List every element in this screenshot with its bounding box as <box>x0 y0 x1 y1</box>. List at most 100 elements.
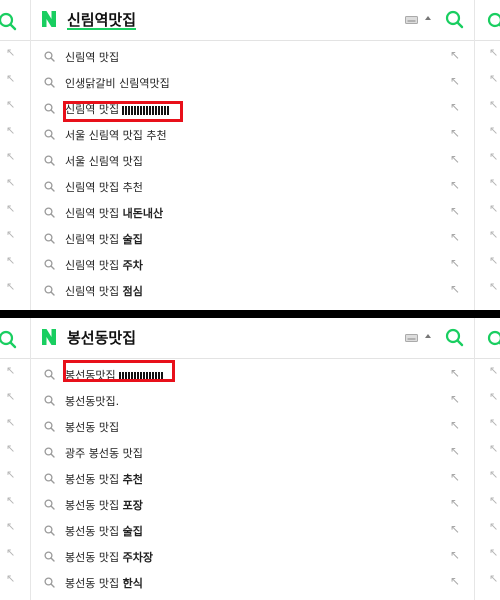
arrow-up-left-icon[interactable]: ↖ <box>450 444 460 458</box>
arrow-up-left-icon[interactable]: ↖ <box>450 48 460 62</box>
arrow-up-left-icon[interactable]: ↖ <box>450 548 460 562</box>
suggestion-item[interactable]: 봉선동 맛집 한식 ↖ <box>31 570 474 596</box>
arrow-up-left-icon[interactable]: ↖ <box>489 124 498 137</box>
suggestion-item[interactable]: 서울 신림역 맛집 ↖ <box>31 148 474 174</box>
arrow-up-left-icon[interactable]: ↖ <box>489 546 498 559</box>
arrow-up-left-icon[interactable]: ↖ <box>489 520 498 533</box>
caret-up-icon[interactable] <box>425 334 431 338</box>
arrow-up-left-icon[interactable]: ↖ <box>6 364 15 377</box>
arrow-up-left-icon[interactable]: ↖ <box>6 572 15 585</box>
arrow-up-left-icon[interactable]: ↖ <box>6 280 15 293</box>
suggestion-text: 봉선동 맛집 술집 <box>65 525 143 538</box>
arrow-up-left-icon[interactable]: ↖ <box>489 442 498 455</box>
suggestion-item[interactable]: 봉선동 맛집 추천 ↖ <box>31 466 474 492</box>
naver-logo-icon[interactable] <box>41 328 57 346</box>
arrow-up-left-icon[interactable]: ↖ <box>489 254 498 267</box>
search-icon[interactable] <box>445 10 465 30</box>
arrow-up-left-icon[interactable]: ↖ <box>489 572 498 585</box>
arrow-up-left-icon[interactable]: ↖ <box>489 364 498 377</box>
arrow-up-left-icon[interactable]: ↖ <box>489 228 498 241</box>
arrow-up-left-icon[interactable]: ↖ <box>6 98 15 111</box>
arrow-up-left-icon[interactable]: ↖ <box>489 494 498 507</box>
naver-logo-icon[interactable] <box>41 10 57 28</box>
arrow-up-left-icon[interactable]: ↖ <box>489 390 498 403</box>
arrow-up-left-icon[interactable]: ↖ <box>6 72 15 85</box>
arrow-up-left-icon[interactable]: ↖ <box>6 124 15 137</box>
arrow-up-left-icon[interactable]: ↖ <box>450 126 460 140</box>
search-header: 봉선동맛집 <box>31 318 474 359</box>
arrow-up-left-icon[interactable]: ↖ <box>450 496 460 510</box>
arrow-up-left-icon[interactable]: ↖ <box>489 416 498 429</box>
suggestion-item[interactable]: 봉선동 맛집 ↖ <box>31 414 474 440</box>
suggestion-item[interactable]: 서울 신림역 맛집 추천 ↖ <box>31 122 474 148</box>
magnifier-icon <box>44 129 55 140</box>
arrow-up-left-icon[interactable]: ↖ <box>6 442 15 455</box>
arrow-up-left-icon[interactable]: ↖ <box>6 546 15 559</box>
arrow-up-left-icon[interactable]: ↖ <box>6 416 15 429</box>
arrow-up-left-icon[interactable]: ↖ <box>6 468 15 481</box>
arrow-up-left-icon[interactable]: ↖ <box>6 520 15 533</box>
arrow-up-left-icon[interactable]: ↖ <box>6 228 15 241</box>
caret-up-icon[interactable] <box>425 16 431 20</box>
arrow-up-left-icon[interactable]: ↖ <box>450 256 460 270</box>
arrow-up-left-icon[interactable]: ↖ <box>450 74 460 88</box>
arrow-up-left-icon[interactable]: ↖ <box>6 494 15 507</box>
arrow-up-left-icon[interactable]: ↖ <box>489 468 498 481</box>
magnifier-icon <box>44 395 55 406</box>
suggestion-text: 봉선동맛집. <box>65 395 120 408</box>
keyboard-icon[interactable] <box>405 334 418 342</box>
search-icon[interactable] <box>0 330 18 350</box>
search-icon[interactable] <box>487 12 500 32</box>
suggestion-item[interactable]: 신림역 맛집 술집 ↖ <box>31 226 474 252</box>
arrow-up-left-icon[interactable]: ↖ <box>450 392 460 406</box>
arrow-up-left-icon[interactable]: ↖ <box>489 46 498 59</box>
arrow-up-left-icon[interactable]: ↖ <box>6 390 15 403</box>
right-neighbor-sliver: ↖ ↖ ↖ ↖ ↖ ↖ ↖ ↖ ↖ ↖ <box>474 0 500 310</box>
suggestion-item[interactable]: 봉선동 맛집 주차장 ↖ <box>31 544 474 570</box>
arrow-up-left-icon[interactable]: ↖ <box>6 254 15 267</box>
arrow-up-left-icon[interactable]: ↖ <box>450 204 460 218</box>
magnifier-icon <box>44 369 55 380</box>
suggestion-item[interactable]: 봉선동 맛집 술집 ↖ <box>31 518 474 544</box>
arrow-up-left-icon[interactable]: ↖ <box>450 418 460 432</box>
suggestion-item[interactable]: 신림역 맛집 내돈내산 ↖ <box>31 200 474 226</box>
search-icon[interactable] <box>487 330 500 350</box>
arrow-up-left-icon[interactable]: ↖ <box>450 282 460 296</box>
arrow-up-left-icon[interactable]: ↖ <box>6 176 15 189</box>
magnifier-icon <box>44 447 55 458</box>
arrow-up-left-icon[interactable]: ↖ <box>450 366 460 380</box>
search-icon[interactable] <box>0 12 18 32</box>
suggestion-item[interactable]: 광주 봉선동 맛집 ↖ <box>31 440 474 466</box>
arrow-up-left-icon[interactable]: ↖ <box>489 202 498 215</box>
suggestion-item[interactable]: 봉선동 맛집 포장 ↖ <box>31 492 474 518</box>
magnifier-icon <box>44 207 55 218</box>
arrow-up-left-icon[interactable]: ↖ <box>450 152 460 166</box>
suggestion-text: 봉선동 맛집 추천 <box>65 473 143 486</box>
arrow-up-left-icon[interactable]: ↖ <box>6 202 15 215</box>
suggestion-item[interactable]: 인생닭갈비 신림역맛집 ↖ <box>31 70 474 96</box>
arrow-up-left-icon[interactable]: ↖ <box>450 522 460 536</box>
arrow-up-left-icon[interactable]: ↖ <box>489 72 498 85</box>
suggestion-text: 봉선동 맛집 <box>65 421 120 434</box>
arrow-up-left-icon[interactable]: ↖ <box>450 230 460 244</box>
arrow-up-left-icon[interactable]: ↖ <box>489 98 498 111</box>
arrow-up-left-icon[interactable]: ↖ <box>450 178 460 192</box>
arrow-up-left-icon[interactable]: ↖ <box>489 176 498 189</box>
search-query-text[interactable]: 봉선동맛집 <box>67 327 136 348</box>
arrow-up-left-icon[interactable]: ↖ <box>489 280 498 293</box>
arrow-up-left-icon[interactable]: ↖ <box>450 470 460 484</box>
arrow-up-left-icon[interactable]: ↖ <box>6 46 15 59</box>
suggestion-item[interactable]: 신림역 맛집 추천 ↖ <box>31 174 474 200</box>
search-query-text[interactable]: 신림역맛집 <box>67 9 136 30</box>
suggestion-item[interactable]: 신림역 맛집 주차 ↖ <box>31 252 474 278</box>
search-icon[interactable] <box>445 328 465 348</box>
keyboard-icon[interactable] <box>405 16 418 24</box>
arrow-up-left-icon[interactable]: ↖ <box>489 150 498 163</box>
arrow-up-left-icon[interactable]: ↖ <box>450 574 460 588</box>
suggestion-item[interactable]: 신림역 맛집 ↖ <box>31 44 474 70</box>
arrow-up-left-icon[interactable]: ↖ <box>450 100 460 114</box>
arrow-up-left-icon[interactable]: ↖ <box>6 150 15 163</box>
suggestion-item[interactable]: 신림역 맛집 점심 ↖ <box>31 278 474 304</box>
suggestion-item[interactable]: 봉선동맛집. ↖ <box>31 388 474 414</box>
magnifier-icon <box>44 103 55 114</box>
